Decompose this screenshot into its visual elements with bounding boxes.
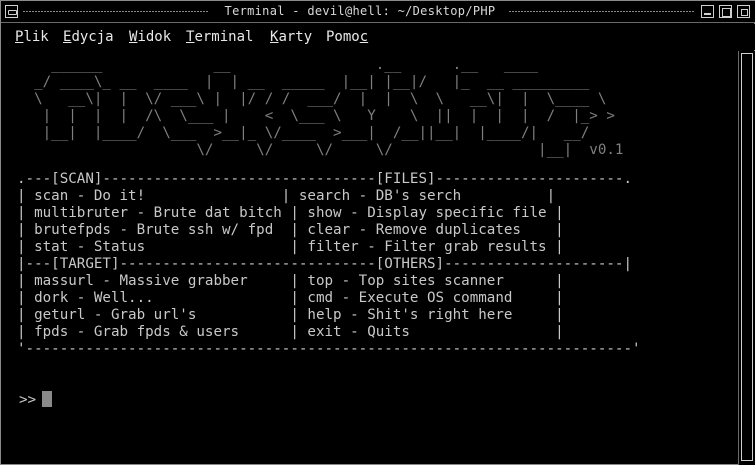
text-cursor <box>42 391 53 407</box>
banner-line: | | | | /\ \___ | < \___ \ Y \ || | | | … <box>17 108 615 124</box>
menu-plik-label: lik <box>23 29 49 45</box>
close-icon[interactable] <box>737 5 750 18</box>
scrollbar-thumb[interactable] <box>741 53 753 461</box>
menu-widok[interactable]: Widok <box>129 29 171 45</box>
table-row: | scan - Do it! | search - DB's serch | <box>17 188 556 204</box>
minimize-icon[interactable] <box>701 5 714 18</box>
table-row: | geturl - Grab url's | help - Shit's ri… <box>17 307 564 323</box>
table-mid-border: |---[TARGET]----------------------------… <box>17 256 632 272</box>
terminal-window: Terminal - devil@hell: ~/Desktop/PHP Pli… <box>0 0 755 465</box>
table-top-border: .---[SCAN]------------------------------… <box>17 171 632 187</box>
table-row: | brutefpds - Brute ssh w/ fpd | clear -… <box>17 222 564 238</box>
menu-karty[interactable]: Karty <box>270 29 312 45</box>
menu-terminal-label: erminal <box>194 29 254 45</box>
prompt-symbol: >> <box>19 392 37 408</box>
title-bar-stripes <box>509 11 695 12</box>
terminal-output[interactable]: ______ __ .__ .__ ____ _/ ____\_ __ ____… <box>3 51 738 461</box>
table-row: | dork - Well... | cmd - Execute OS comm… <box>17 290 564 306</box>
menu-terminal[interactable]: Terminal <box>186 29 253 45</box>
table-row: | massurl - Massive grabber | top - Top … <box>17 273 564 289</box>
window-menu-icon[interactable] <box>5 5 18 18</box>
banner-line: |__| |____/ \___ >__|_ \/____ >___| /__|… <box>17 125 590 141</box>
menu-pomoc[interactable]: Pomoc <box>326 29 368 45</box>
table-row: | multibruter - Brute dat bitch | show -… <box>17 205 564 221</box>
table-row: | stat - Status | filter - Filter grab r… <box>17 239 564 255</box>
table-row: | fpds - Grab fpds & users | exit - Quit… <box>17 324 564 340</box>
menu-edycja-label: dycja <box>71 29 114 45</box>
title-bar-stripes <box>23 11 209 12</box>
window-title: Terminal - devil@hell: ~/Desktop/PHP <box>224 4 496 18</box>
banner-line: ______ __ .__ .__ ____ <box>17 57 539 73</box>
table-bottom-border: '---------------------------------------… <box>17 341 641 357</box>
title-bar[interactable]: Terminal - devil@hell: ~/Desktop/PHP <box>1 1 755 23</box>
command-table: .---[SCAN]------------------------------… <box>17 171 641 358</box>
banner-line: \ __\| | \/ ___\ | |/ / / ___/ | | \ \ _… <box>17 91 607 107</box>
menu-pomoc-accel: c <box>359 29 369 45</box>
vertical-scrollbar[interactable] <box>738 51 755 465</box>
ascii-banner: ______ __ .__ .__ ____ _/ ____\_ __ ____… <box>17 57 623 159</box>
maximize-icon[interactable] <box>719 5 732 18</box>
command-prompt[interactable]: >> <box>19 391 53 408</box>
menu-karty-label: arty <box>278 29 313 45</box>
menu-pomoc-label: Pomo <box>326 29 360 45</box>
menu-widok-label: idok <box>137 29 172 45</box>
menu-bar: Plik Edycja Widok Terminal Karty Pomoc <box>1 24 755 50</box>
menu-plik[interactable]: Plik <box>15 29 49 45</box>
banner-line: _/ ____\_ __ ____ | | __ _____ |__| |__|… <box>17 74 590 90</box>
menu-edycja[interactable]: Edycja <box>63 29 114 45</box>
banner-line: \/ \/ \/ \/ |__| v0.1 <box>17 142 624 158</box>
